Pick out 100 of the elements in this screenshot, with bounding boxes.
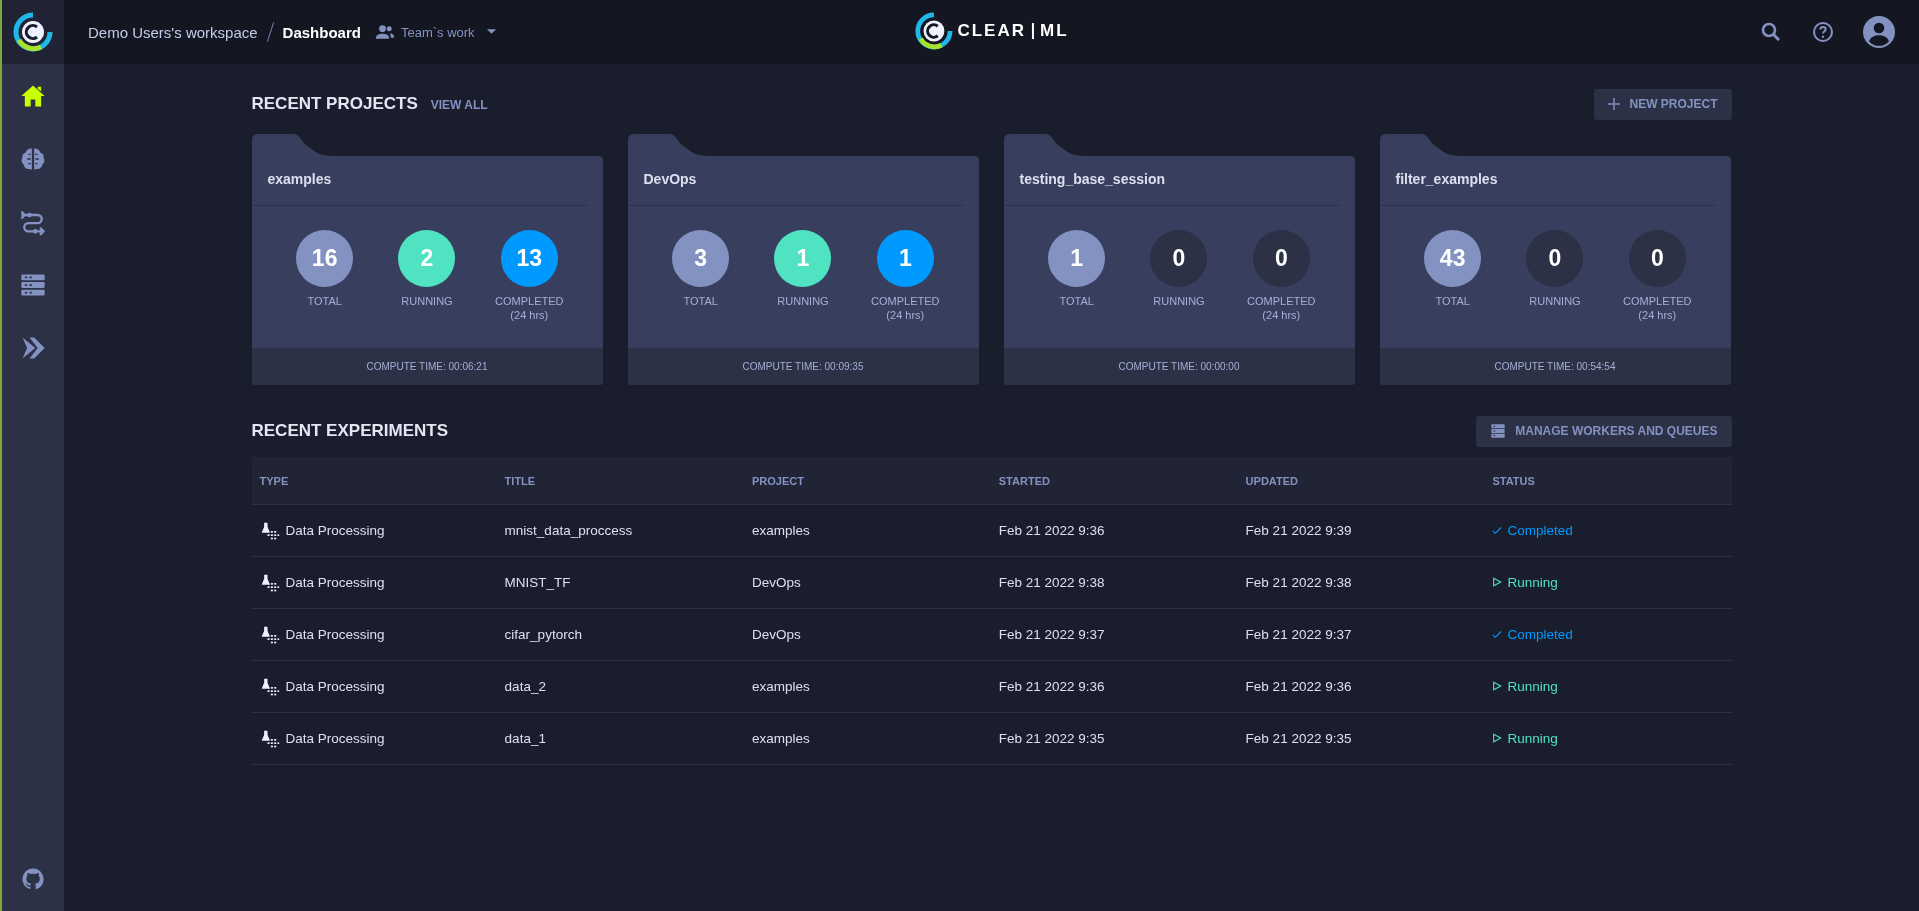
compute-time: COMPUTE TIME: 00:09:35 xyxy=(742,361,864,372)
updated-cell: Feb 21 2022 9:39 xyxy=(1237,504,1485,557)
stat-label: TOTAL xyxy=(307,295,342,307)
started-cell: Feb 21 2022 9:36 xyxy=(990,504,1238,557)
project-card[interactable]: filter_examples 43 TOTAL 0 RUNNING 0 COMPLETED (24 hrs) COMPUTE TIME: 00:54:54 xyxy=(1379,156,1731,385)
started-cell: Feb 21 2022 9:38 xyxy=(990,556,1238,609)
updated-cell: Feb 21 2022 9:36 xyxy=(1237,660,1485,713)
count-circle: 1 xyxy=(876,230,934,287)
people-icon xyxy=(374,22,395,42)
server-rack-icon xyxy=(1490,423,1507,439)
play-icon xyxy=(1492,681,1503,692)
count-circle: 1 xyxy=(1048,230,1106,287)
stat-label: RUNNING xyxy=(1529,295,1581,307)
github-icon[interactable] xyxy=(21,867,45,891)
stat-label: COMPLETED xyxy=(495,295,564,307)
caret-icon xyxy=(486,29,496,35)
stat-label: COMPLETED xyxy=(1623,295,1692,307)
status-text: Running xyxy=(1507,730,1558,746)
flask-icon xyxy=(259,676,280,697)
status-text: Completed xyxy=(1507,522,1573,538)
workspace-link[interactable]: Demo Users's workspace xyxy=(88,23,258,41)
title-cell: data_1 xyxy=(496,712,744,765)
project-cell: examples xyxy=(743,712,991,765)
count-circle: 16 xyxy=(296,230,354,287)
stat-sublabel: (24 hrs) xyxy=(886,309,925,321)
compute-time: COMPUTE TIME: 00:00:00 xyxy=(1118,361,1240,372)
title-cell: data_2 xyxy=(496,660,744,713)
stat-label: RUNNING xyxy=(777,295,829,307)
type-text: Data Processing xyxy=(285,575,385,590)
project-cell: examples xyxy=(743,504,991,557)
page-title: Dashboard xyxy=(282,23,361,41)
brand-suffix: ML xyxy=(1040,21,1069,41)
experiment-row[interactable]: Data Processing mnist_data_proccess examples Feb 21 2022 9:36 Feb 21 2022 9:39 Completed xyxy=(251,504,1732,557)
brand-logo-icon xyxy=(914,12,953,50)
status-text: Running xyxy=(1507,574,1558,590)
section-title: RECENT EXPERIMENTS xyxy=(251,421,448,441)
column-header: TYPE xyxy=(251,457,497,505)
experiment-row[interactable]: Data Processing cifar_pytorch DevOps Feb 21 2022 9:37 Feb 21 2022 9:37 Completed xyxy=(251,608,1732,661)
flask-icon xyxy=(259,572,280,593)
experiment-row[interactable]: Data Processing data_1 examples Feb 21 2022 9:35 Feb 21 2022 9:35 Running xyxy=(251,712,1732,765)
stat-label: TOTAL xyxy=(1059,295,1094,307)
compute-time: COMPUTE TIME: 00:54:54 xyxy=(1494,361,1616,372)
project-name: testing_base_session xyxy=(1003,156,1339,206)
project-card[interactable]: testing_base_session 1 TOTAL 0 RUNNING 0 COMPLETED (24 hrs) COMPUTE TIME: 00:00:00 xyxy=(1003,156,1355,385)
project-card[interactable]: examples 16 TOTAL 2 RUNNING 13 COMPLETED (24 hrs) COMPUTE TIME: 00:06:21 xyxy=(251,156,603,385)
logo-icon[interactable] xyxy=(13,12,53,52)
project-name: filter_examples xyxy=(1379,156,1715,206)
user-avatar-icon[interactable] xyxy=(1863,16,1895,48)
count-circle: 0 xyxy=(1252,230,1310,287)
check-icon xyxy=(1492,525,1503,536)
view-all-link[interactable]: VIEW ALL xyxy=(430,98,488,112)
stat-label: COMPLETED xyxy=(1247,295,1316,307)
flask-icon xyxy=(259,728,280,749)
stat-label: RUNNING xyxy=(401,295,453,307)
check-icon xyxy=(1492,629,1503,640)
column-header: PROJECT xyxy=(743,457,991,505)
project-name: examples xyxy=(251,156,587,206)
stat-label: TOTAL xyxy=(683,295,718,307)
type-text: Data Processing xyxy=(285,731,385,746)
plus-icon xyxy=(1608,98,1621,110)
experiment-row[interactable]: Data Processing data_2 examples Feb 21 2022 9:36 Feb 21 2022 9:36 Running xyxy=(251,660,1732,713)
count-circle: 3 xyxy=(672,230,730,287)
project-card[interactable]: DevOps 3 TOTAL 1 RUNNING 1 COMPLETED (24 hrs) COMPUTE TIME: 00:09:35 xyxy=(627,156,979,385)
team-filter-dropdown[interactable]: Team`s work xyxy=(370,18,500,46)
flask-icon xyxy=(259,520,280,541)
stat-label: COMPLETED xyxy=(871,295,940,307)
section-title: RECENT PROJECTS xyxy=(251,94,418,114)
count-circle: 2 xyxy=(398,230,456,287)
column-header: UPDATED xyxy=(1237,457,1485,505)
flask-icon xyxy=(259,624,280,645)
started-cell: Feb 21 2022 9:37 xyxy=(990,608,1238,661)
pipeline-icon[interactable] xyxy=(19,208,47,236)
type-text: Data Processing xyxy=(285,627,385,642)
type-text: Data Processing xyxy=(285,523,385,538)
play-icon xyxy=(1492,577,1503,588)
column-header: TITLE xyxy=(496,457,744,505)
project-name: DevOps xyxy=(627,156,963,206)
help-icon[interactable] xyxy=(1811,20,1835,44)
stat-sublabel: (24 hrs) xyxy=(1638,309,1677,321)
new-project-button[interactable]: NEW PROJECT xyxy=(1594,88,1732,120)
count-circle: 1 xyxy=(774,230,832,287)
count-circle: 13 xyxy=(500,230,558,287)
updated-cell: Feb 21 2022 9:35 xyxy=(1237,712,1485,765)
experiment-row[interactable]: Data Processing MNIST_TF DevOps Feb 21 2022 9:38 Feb 21 2022 9:38 Running xyxy=(251,556,1732,609)
brand-name: CLEAR xyxy=(957,21,1026,41)
compute-time: COMPUTE TIME: 00:06:21 xyxy=(366,361,488,372)
title-cell: MNIST_TF xyxy=(496,556,744,609)
count-circle: 0 xyxy=(1150,230,1208,287)
column-header: STARTED xyxy=(990,457,1238,505)
project-cell: DevOps xyxy=(743,608,991,661)
updated-cell: Feb 21 2022 9:37 xyxy=(1237,608,1485,661)
title-cell: mnist_data_proccess xyxy=(496,504,744,557)
stat-sublabel: (24 hrs) xyxy=(510,309,549,321)
updated-cell: Feb 21 2022 9:38 xyxy=(1237,556,1485,609)
type-text: Data Processing xyxy=(285,679,385,694)
project-cell: examples xyxy=(743,660,991,713)
search-icon[interactable] xyxy=(1759,20,1783,44)
stat-label: RUNNING xyxy=(1153,295,1205,307)
manage-workers-button[interactable]: MANAGE WORKERS AND QUEUES xyxy=(1476,415,1732,447)
play-icon xyxy=(1492,733,1503,744)
